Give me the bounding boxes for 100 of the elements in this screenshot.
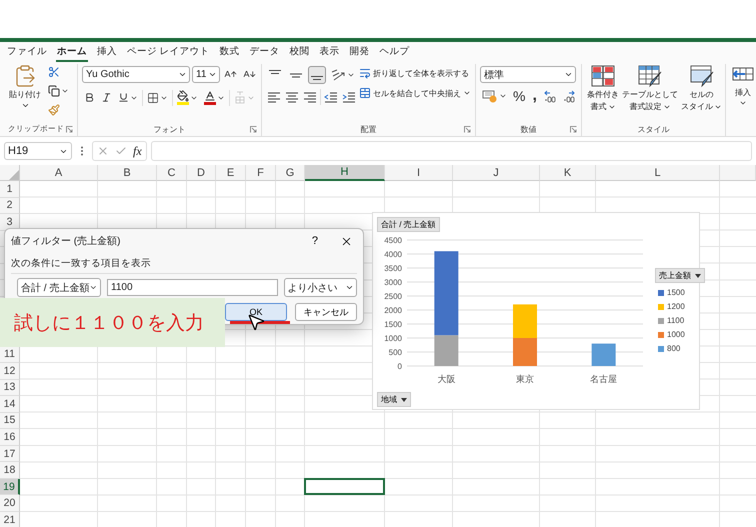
indent-increase-icon — [342, 90, 356, 104]
column-header[interactable]: A — [20, 165, 98, 181]
row-header[interactable]: 1 — [0, 181, 20, 198]
bold-icon — [84, 92, 95, 103]
dialog-launcher-icon[interactable] — [250, 126, 257, 133]
menu-tab[interactable]: 挿入 — [96, 45, 118, 62]
column-header[interactable]: J — [453, 165, 540, 181]
column-header[interactable]: B — [98, 165, 157, 181]
menu-tab[interactable]: 開発 — [348, 45, 371, 62]
style-button[interactable]: 条件付き 書式 — [586, 64, 620, 122]
callout-text: 試しに１１００を入力 — [14, 312, 204, 336]
menu-tab[interactable]: 校閲 — [288, 45, 311, 62]
legend-label: 1500 — [667, 288, 685, 297]
legend-label: 1200 — [667, 302, 685, 311]
dialog-launcher-icon[interactable] — [464, 126, 471, 133]
axis-field-button[interactable]: 地域 — [377, 392, 411, 407]
value-input[interactable]: 1100 — [107, 279, 278, 296]
row-header[interactable]: 2 — [0, 198, 20, 214]
row-header[interactable]: 15 — [0, 412, 20, 430]
row-header[interactable]: 17 — [0, 446, 20, 462]
name-box[interactable]: H19 — [4, 142, 72, 160]
font-name-select[interactable]: Yu Gothic — [82, 66, 190, 83]
column-header[interactable]: H — [305, 165, 385, 181]
chevron-down-icon — [564, 70, 573, 79]
dialog-prompt: 次の条件に一致する項目を表示 — [11, 253, 357, 274]
legend-field-button[interactable]: 売上金額 — [655, 268, 705, 283]
chevron-down-icon — [89, 283, 98, 292]
row-header[interactable]: 12 — [0, 363, 20, 380]
wrap-text-button[interactable]: 折り返して全体を表示する — [358, 66, 472, 80]
column-header[interactable]: C — [157, 165, 187, 181]
align-right-icon — [303, 90, 317, 104]
group-label: スタイル — [638, 124, 670, 134]
active-cell[interactable] — [304, 478, 385, 496]
menu-tab[interactable]: ページ レイアウト — [126, 45, 211, 62]
currency-icon — [482, 89, 498, 103]
furigana-icon — [234, 90, 246, 104]
x-category-label: 大阪 — [437, 374, 456, 384]
help-button[interactable]: ? — [312, 235, 318, 247]
chevron-down-icon — [347, 71, 355, 79]
row-header[interactable]: 14 — [0, 396, 20, 413]
paintbrush-icon — [48, 104, 60, 116]
vertical-align-button[interactable] — [308, 66, 326, 84]
y-tick-label: 4000 — [384, 250, 402, 259]
row-header[interactable]: 18 — [0, 462, 20, 479]
chevron-down-icon — [345, 283, 354, 292]
menu-tab[interactable]: ヘルプ — [378, 45, 411, 62]
borders-icon — [147, 92, 159, 104]
row-header[interactable]: 16 — [0, 429, 20, 446]
x-category-label: 名古屋 — [590, 374, 618, 384]
dialog-launcher-icon[interactable] — [66, 126, 73, 133]
percent-button[interactable]: % — [510, 89, 528, 103]
menu-tab[interactable]: データ — [248, 45, 281, 62]
menu-tab[interactable]: ファイル — [6, 45, 48, 62]
field-select[interactable]: 合計 / 売上金額 — [17, 278, 101, 297]
legend-label: 800 — [667, 344, 680, 353]
font-size-select[interactable]: 11 — [192, 66, 220, 83]
y-tick-label: 500 — [388, 348, 402, 357]
column-header[interactable]: I — [385, 165, 453, 181]
column-header[interactable]: G — [276, 165, 305, 181]
row-header[interactable]: 20 — [0, 495, 20, 512]
row-header[interactable]: 19 — [0, 478, 20, 496]
dialog-button[interactable]: キャンセル — [295, 303, 357, 321]
column-header[interactable]: F — [246, 165, 276, 181]
group-label: 配置 — [360, 124, 376, 134]
column-header[interactable]: D — [187, 165, 216, 181]
column-header[interactable]: E — [216, 165, 246, 181]
column-header[interactable]: K — [540, 165, 596, 181]
chevron-down-icon — [20, 101, 30, 110]
menu-tab[interactable]: 表示 — [318, 45, 341, 62]
menu-tab[interactable]: 数式 — [218, 45, 241, 62]
style-button[interactable]: セルの スタイル — [680, 64, 723, 122]
number-format-select[interactable]: 標準 — [480, 66, 576, 83]
text-angle-icon — [330, 68, 346, 82]
chevron-down-icon — [208, 70, 217, 79]
merge-center-button[interactable]: セルを結合して中央揃え — [358, 86, 472, 100]
dialog-button[interactable]: OK — [225, 303, 287, 321]
y-tick-label: 3500 — [384, 264, 402, 273]
dialog-launcher-icon[interactable] — [570, 126, 577, 133]
legend-label: 1000 — [667, 330, 685, 339]
insert-function-button[interactable]: fx — [133, 144, 142, 158]
group-label: 数値 — [520, 124, 536, 134]
increase-decimal-icon — [542, 89, 557, 103]
dropdown-triangle-icon — [695, 274, 701, 278]
row-header[interactable]: 13 — [0, 380, 20, 396]
value-field-button[interactable]: 合計 / 売上金額 — [377, 217, 440, 232]
legend-label: 1100 — [667, 316, 684, 325]
paste-button[interactable]: 貼り付け — [8, 64, 42, 122]
column-header[interactable]: L — [596, 165, 720, 181]
style-button[interactable]: テーブルとして 書式設定 — [621, 64, 679, 122]
indent-decrease-icon — [324, 90, 338, 104]
formula-input[interactable] — [150, 141, 752, 161]
chevron-down-icon — [463, 89, 471, 97]
insert-button[interactable]: 挿入 — [730, 64, 756, 136]
row-header[interactable]: 21 — [0, 512, 20, 527]
row-header[interactable]: 3 — [0, 214, 20, 231]
operator-select[interactable]: より小さい — [284, 278, 357, 297]
row-header[interactable]: 11 — [0, 346, 20, 364]
y-tick-label: 3000 — [384, 278, 402, 287]
comma-button[interactable]: , — [529, 88, 540, 104]
orientation-button[interactable] — [329, 67, 356, 83]
